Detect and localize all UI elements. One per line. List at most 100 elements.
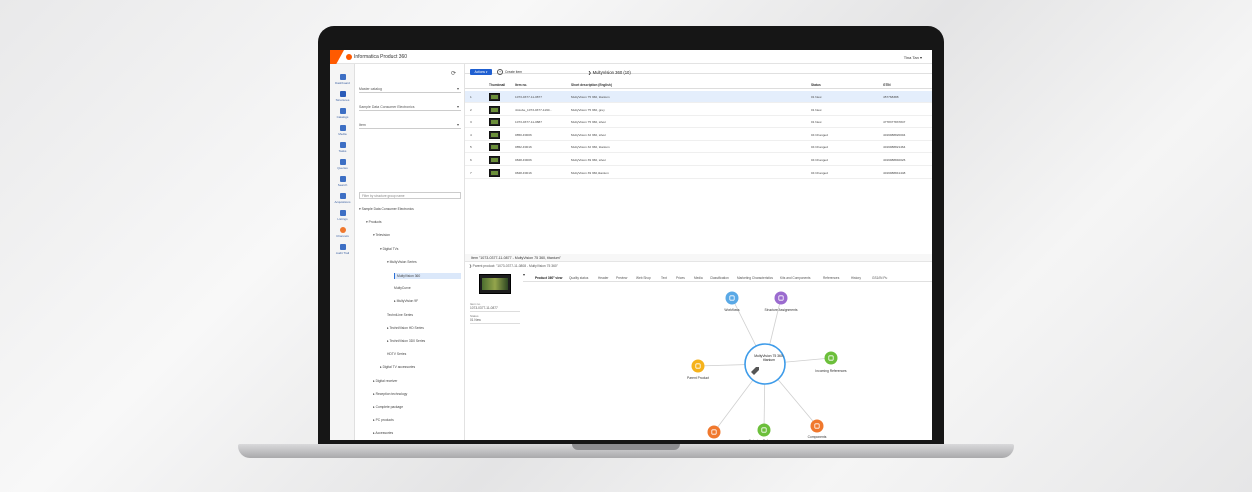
tab-media[interactable]: Media — [694, 276, 703, 280]
tab-prices[interactable]: Prices — [676, 276, 685, 280]
detail-tabs: Product 360° view Quality status Header Pre… — [523, 274, 932, 282]
rail-media[interactable]: Media — [330, 125, 355, 136]
row-thumbnail — [489, 168, 500, 177]
table-row[interactable]: 7 0848-F0016 MultyVision 39 360,titanium 04… — [465, 167, 932, 179]
rail-tasks[interactable]: Tasks — [330, 142, 355, 153]
field-value-item-no: 1073-0377-11-0877 — [470, 306, 520, 312]
top-bar: Informatica Product 360 Tina Tan ▾ — [330, 50, 932, 64]
tree-node[interactable]: ▸ Accessories — [373, 431, 393, 435]
tab-preview[interactable]: Preview — [616, 276, 627, 280]
tab-kits-and-components[interactable]: Kits and Components — [780, 276, 810, 280]
cell-status: 01 New — [811, 107, 822, 112]
table-row[interactable]: 1 1073-0377-11-0877 MultyVision 75 360, ti… — [465, 91, 932, 103]
table-row[interactable]: 4 0850-F0006 MultyVision 32 360, silver 04 … — [465, 129, 932, 141]
col-description[interactable]: Short description (English) — [571, 83, 612, 87]
tree-node[interactable]: ▸ Complete package — [373, 405, 403, 409]
cell-status: 01 New — [811, 95, 822, 99]
table-row[interactable]: 3 1073-0377-11-0887 MultyVision 75 360, si… — [465, 116, 932, 129]
tab-quality-status[interactable]: Quality status — [569, 276, 588, 280]
table-row[interactable]: 5 0852-F0016 MultyVision 32 360, titanium 0… — [465, 141, 932, 154]
cell-item-no: 0848-F0006 — [515, 158, 532, 162]
row-number: 4 — [470, 132, 472, 137]
rail-queries[interactable]: Queries — [330, 159, 355, 170]
tree-node[interactable]: ▸ MultyVision 9F — [394, 299, 418, 303]
row-number: 3 — [470, 120, 472, 125]
tree-node[interactable]: ▸ TechniVision 3D0 Series — [387, 339, 425, 343]
cell-item-no: 0850-F0006 — [515, 132, 532, 137]
rail-dashboard[interactable]: Dashboard — [330, 74, 355, 85]
col-status[interactable]: Status — [811, 83, 821, 87]
cell-status: 04 Changed — [811, 145, 828, 150]
brand-mark — [330, 50, 344, 64]
user-menu[interactable]: Tina Tan ▾ — [904, 55, 922, 60]
structure-select-value: Sample Data Consumer Electronics — [359, 105, 415, 109]
tab-product-360-view[interactable]: Product 360° view — [535, 276, 562, 280]
rail-label: Tasks — [338, 149, 347, 153]
tree-node[interactable]: ▸ Reception technology — [373, 392, 407, 396]
col-thumbnail[interactable]: Thumbnail — [489, 83, 505, 87]
rail-label: Audit Trail — [335, 251, 350, 255]
tab-marketing-characteristics[interactable]: Marketing Characteristics — [737, 276, 773, 280]
tab-classification[interactable]: Classification — [710, 276, 729, 280]
rail-structures[interactable]: Structures — [330, 91, 355, 102]
tree-node[interactable]: HDTV Series — [387, 352, 406, 356]
tree-node[interactable]: ▾ Television — [373, 233, 390, 237]
add-icon[interactable]: + — [497, 69, 503, 75]
row-number: 7 — [470, 170, 472, 175]
tree-node[interactable]: ▾ Digital TVs — [380, 247, 398, 251]
tab-header[interactable]: Header — [598, 276, 608, 280]
tree-node[interactable]: ▸ Digital TV accessories — [380, 365, 415, 369]
structure-select[interactable]: Sample Data Consumer Electronics ▾ — [359, 102, 461, 111]
rail-listings[interactable]: Listings — [330, 210, 355, 221]
col-gtin[interactable]: GTIN — [883, 83, 891, 87]
cell-description: MultyVision 75 360, titanium — [571, 95, 610, 99]
actions-button[interactable]: Actions ▾ — [470, 69, 492, 75]
tree-node[interactable]: ▸ PC products — [373, 418, 394, 422]
rail-label: Catalogs — [336, 115, 349, 119]
rail-acquisitions[interactable]: Acquisitions — [330, 193, 355, 204]
tree-node[interactable]: MultyCurve — [394, 286, 411, 290]
rail-audit-trail[interactable]: Audit Trail — [330, 244, 355, 255]
tree-node[interactable]: ▸ TechniVision HD Series — [387, 326, 424, 330]
chevron-down-icon: ▾ — [456, 86, 459, 91]
rail-label: Acquisitions — [334, 200, 351, 204]
structure-filter-input[interactable]: Filter by structure group name — [359, 192, 461, 199]
chevron-down-icon: ▾ — [456, 122, 459, 127]
tab-history[interactable]: History — [851, 276, 861, 280]
row-number: 6 — [470, 158, 472, 162]
row-number: 5 — [470, 145, 472, 150]
dashboard-icon — [339, 74, 346, 80]
app-title: Informatica Product 360 — [354, 54, 408, 60]
tab-gs1-in-pu[interactable]: GS1/IN Pu — [872, 276, 887, 280]
tab-web-shop[interactable]: Web Shop — [636, 276, 651, 280]
tab-references[interactable]: References — [823, 276, 839, 280]
catalog-select[interactable]: Master catalog ▾ — [359, 84, 461, 93]
tree-node[interactable]: MultyVision 360 — [394, 273, 461, 279]
rail-catalogs[interactable]: Catalogs — [330, 108, 355, 119]
refresh-icon[interactable]: ⟳ — [451, 70, 456, 77]
toolbar: Actions ▾ + Create item ❯ MultyVision 36… — [465, 64, 932, 75]
cell-description: MultyVision 39 360, silver — [571, 158, 607, 162]
tree-node[interactable]: ▾ MultyVision Series — [387, 260, 417, 264]
tree-node[interactable]: TechniLine Series — [387, 313, 413, 317]
type-select[interactable]: Item ▾ — [359, 120, 461, 129]
table-row[interactable]: 2 4mtube_1073-0377-1190... MultyVision 75 … — [465, 104, 932, 116]
row-thumbnail — [489, 130, 500, 139]
tab-text[interactable]: Text — [661, 276, 667, 280]
nav-rail: Dashboard Structures Catalogs Media Task… — [330, 64, 355, 440]
structure-panel: ⟳ Master catalog ▾ Sample Data Consumer E… — [355, 64, 465, 440]
rail-search[interactable]: Search — [330, 176, 355, 187]
create-item-button[interactable]: Create item — [505, 70, 522, 74]
tree-node[interactable]: ▾ Sample Data Consumer Electronics — [359, 207, 414, 211]
rail-channels[interactable]: Channels — [330, 227, 355, 238]
parent-product-link[interactable]: ❯ Parent product: "1073-0377-11-0808 - M… — [469, 264, 558, 268]
rail-label: Structures — [335, 98, 350, 102]
tree-node[interactable]: ▾ Products — [366, 220, 382, 224]
cell-item-no: 0852-F0016 — [515, 145, 532, 150]
cell-gtin: 457768388 — [883, 95, 899, 99]
col-item-no[interactable]: Item no. — [515, 83, 527, 87]
chevron-down-icon: ▾ — [456, 104, 459, 109]
cell-status: 01 New — [811, 120, 822, 125]
table-row[interactable]: 6 0848-F0006 MultyVision 39 360, silver 04 … — [465, 154, 932, 166]
tree-node[interactable]: ▸ Digital receiver — [373, 379, 397, 383]
